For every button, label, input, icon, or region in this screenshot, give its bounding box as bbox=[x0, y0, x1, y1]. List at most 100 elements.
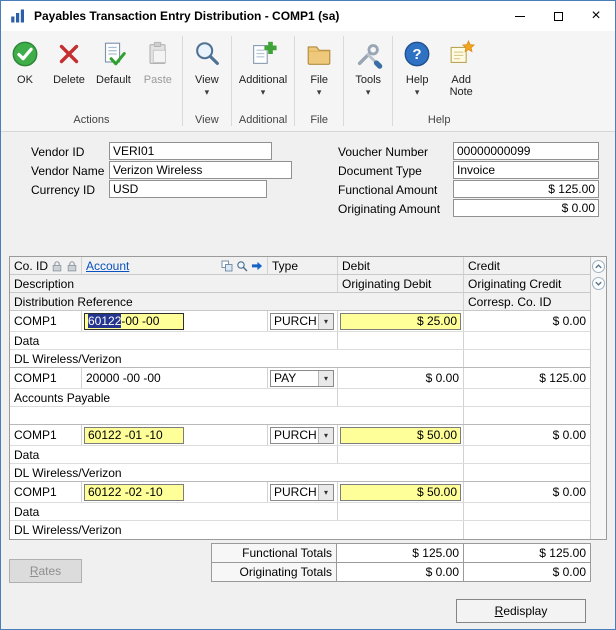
document-type-field: Invoice bbox=[453, 161, 599, 179]
account-field[interactable]: 60122 -01 -10 bbox=[84, 426, 184, 444]
distribution-row-1: COMP1 60122 -00 -00 PURCH ▾ $ 25.00 $ 0.0… bbox=[10, 311, 590, 368]
titlebar[interactable]: Payables Transaction Entry Distribution … bbox=[1, 1, 615, 31]
type-combobox[interactable]: PURCH ▾ bbox=[270, 426, 334, 444]
redisplay-button[interactable]: Redisplay bbox=[456, 599, 586, 623]
corresp-co-id-cell[interactable] bbox=[464, 521, 590, 539]
originating-total-debit: $ 0.00 bbox=[337, 562, 464, 582]
chevron-down-icon[interactable]: ▾ bbox=[318, 370, 333, 386]
originating-credit-cell[interactable] bbox=[464, 503, 590, 520]
delete-button[interactable]: Delete bbox=[47, 33, 91, 86]
type-header: Type bbox=[268, 257, 338, 274]
chevron-down-icon[interactable]: ▾ bbox=[318, 427, 333, 443]
account-field[interactable]: 20000 -00 -00 bbox=[82, 368, 268, 388]
distribution-row-2: COMP1 20000 -00 -00 PAY ▾ $ 0.00 $ 125.00… bbox=[10, 368, 590, 425]
originating-debit-cell[interactable] bbox=[338, 389, 464, 406]
scroll-up-button[interactable] bbox=[592, 260, 605, 273]
chevron-down-icon[interactable]: ▾ bbox=[318, 484, 333, 500]
ok-button[interactable]: OK bbox=[3, 33, 47, 86]
originating-totals-label: Originating Totals bbox=[211, 562, 337, 582]
ribbon-group-file: File ▾ File bbox=[295, 31, 343, 131]
padlock-icon[interactable] bbox=[51, 260, 63, 272]
expand-icon[interactable] bbox=[221, 260, 233, 272]
type-combobox[interactable]: PURCH ▾ bbox=[270, 483, 334, 501]
additional-button[interactable]: Additional ▾ bbox=[234, 33, 292, 97]
distribution-reference-field[interactable]: DL Wireless/Verizon bbox=[10, 350, 464, 367]
maximize-button[interactable] bbox=[539, 1, 577, 31]
vendor-id-field[interactable]: VERI01 bbox=[109, 142, 272, 160]
credit-field[interactable]: $ 0.00 bbox=[464, 482, 590, 502]
distribution-reference-field[interactable]: DL Wireless/Verizon bbox=[10, 464, 464, 481]
tools-button[interactable]: Tools ▾ bbox=[346, 33, 390, 97]
originating-amount-label: Originating Amount bbox=[338, 202, 441, 216]
ribbon-group-label-actions: Actions bbox=[73, 114, 110, 126]
view-button[interactable]: View ▾ bbox=[185, 33, 229, 97]
distribution-reference-field[interactable] bbox=[10, 407, 464, 424]
originating-credit-cell[interactable] bbox=[464, 332, 590, 349]
originating-credit-header: Originating Credit bbox=[468, 276, 562, 291]
originating-debit-cell[interactable] bbox=[338, 332, 464, 349]
chevron-down-icon[interactable]: ▾ bbox=[318, 313, 333, 329]
co-id-cell[interactable]: COMP1 bbox=[10, 425, 82, 445]
description-field[interactable]: Accounts Payable bbox=[10, 389, 338, 406]
paste-icon bbox=[141, 37, 175, 71]
ribbon-group-help: ? Help ▾ Add Note Help bbox=[393, 31, 485, 131]
account-header-link[interactable]: Account bbox=[86, 259, 129, 273]
file-button[interactable]: File ▾ bbox=[297, 33, 341, 97]
functional-totals-label: Functional Totals bbox=[211, 543, 337, 563]
co-id-cell[interactable]: COMP1 bbox=[10, 368, 82, 388]
currency-id-field[interactable]: USD bbox=[109, 180, 267, 198]
credit-field[interactable]: $ 125.00 bbox=[464, 368, 590, 388]
view-icon bbox=[190, 37, 224, 71]
corresp-co-id-cell[interactable] bbox=[464, 407, 590, 424]
debit-field[interactable]: $ 25.00 bbox=[340, 312, 461, 330]
debit-field[interactable]: $ 0.00 bbox=[338, 368, 464, 388]
corresp-co-id-cell[interactable] bbox=[464, 464, 590, 481]
grid-scrollbar[interactable] bbox=[590, 257, 606, 539]
minimize-button[interactable] bbox=[501, 1, 539, 31]
padlock-icon[interactable] bbox=[66, 260, 78, 272]
corresp-co-id-cell[interactable] bbox=[464, 350, 590, 367]
document-type-label: Document Type bbox=[338, 164, 422, 178]
functional-totals-row: Functional Totals $ 125.00 $ 125.00 bbox=[9, 543, 607, 563]
co-id-cell[interactable]: COMP1 bbox=[10, 482, 82, 502]
distribution-reference-field[interactable]: DL Wireless/Verizon bbox=[10, 521, 464, 539]
account-field[interactable]: 60122 -02 -10 bbox=[84, 483, 184, 501]
help-button[interactable]: ? Help ▾ bbox=[395, 33, 439, 97]
chevron-down-icon bbox=[595, 281, 602, 286]
originating-credit-cell[interactable] bbox=[464, 446, 590, 463]
close-button[interactable]: × bbox=[577, 1, 615, 31]
goto-arrow-icon[interactable] bbox=[251, 260, 263, 272]
close-icon: × bbox=[591, 7, 601, 24]
description-field[interactable]: Data bbox=[10, 332, 338, 349]
default-button[interactable]: Default bbox=[91, 33, 136, 86]
scroll-down-button[interactable] bbox=[592, 277, 605, 290]
svg-text:?: ? bbox=[413, 46, 422, 63]
grid-header-row-2: Description Originating Debit Originatin… bbox=[10, 275, 590, 293]
description-field[interactable]: Data bbox=[10, 503, 338, 520]
maximize-icon bbox=[553, 11, 563, 21]
description-field[interactable]: Data bbox=[10, 446, 338, 463]
payables-distribution-window: Payables Transaction Entry Distribution … bbox=[0, 0, 616, 630]
credit-field[interactable]: $ 0.00 bbox=[464, 425, 590, 445]
originating-debit-cell[interactable] bbox=[338, 503, 464, 520]
originating-debit-cell[interactable] bbox=[338, 446, 464, 463]
type-combobox[interactable]: PAY ▾ bbox=[270, 369, 334, 387]
co-id-cell[interactable]: COMP1 bbox=[10, 311, 82, 331]
vendor-name-field[interactable]: Verizon Wireless bbox=[109, 161, 292, 179]
account-field[interactable]: 60122 -00 -00 bbox=[84, 312, 184, 330]
debit-field[interactable]: $ 50.00 bbox=[340, 426, 461, 444]
lookup-icon[interactable] bbox=[236, 260, 248, 272]
credit-field[interactable]: $ 0.00 bbox=[464, 311, 590, 331]
paste-button: Paste bbox=[136, 33, 180, 86]
add-note-button[interactable]: Add Note bbox=[439, 33, 483, 98]
debit-field[interactable]: $ 50.00 bbox=[340, 483, 461, 501]
rates-button: Rates bbox=[9, 559, 82, 583]
type-combobox[interactable]: PURCH ▾ bbox=[270, 312, 334, 330]
functional-total-debit: $ 125.00 bbox=[337, 543, 464, 563]
functional-amount-field: $ 125.00 bbox=[453, 180, 599, 198]
voucher-number-field[interactable]: 00000000099 bbox=[453, 142, 599, 160]
selected-account-segment: 60122 bbox=[88, 314, 122, 328]
originating-credit-cell[interactable] bbox=[464, 389, 590, 406]
originating-totals-row: Originating Totals $ 0.00 $ 0.00 bbox=[9, 562, 607, 582]
totals-section: Functional Totals $ 125.00 $ 125.00 Orig… bbox=[9, 543, 607, 582]
